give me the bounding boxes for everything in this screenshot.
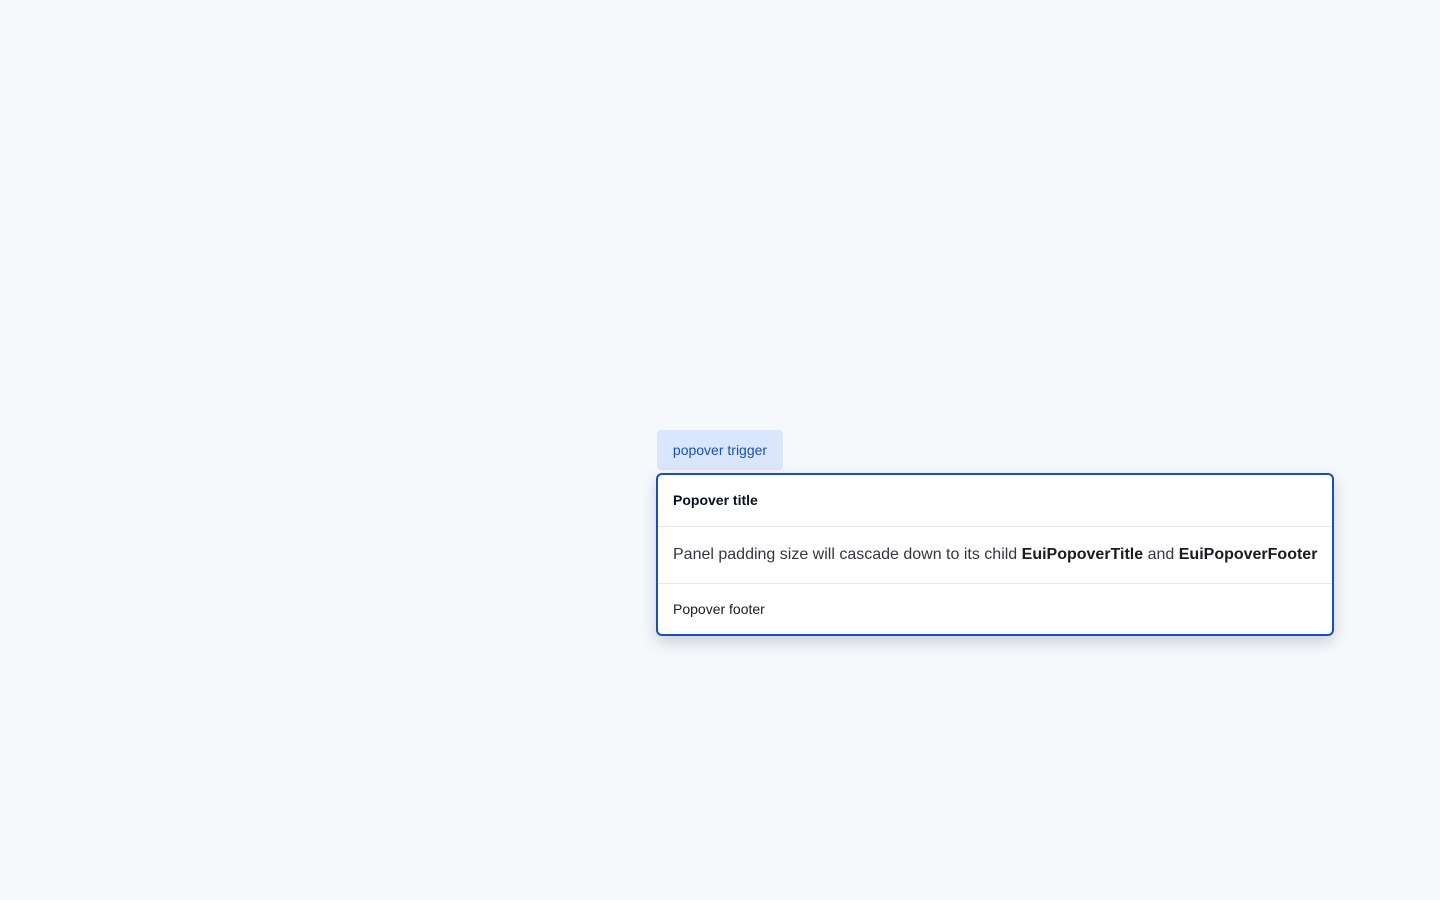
popover-panel: Popover title Panel padding size will ca… — [656, 473, 1334, 636]
popover-footer: Popover footer — [673, 601, 765, 617]
popover-trigger-button[interactable]: popover trigger — [657, 430, 783, 470]
popover-body-text-before: Panel padding size will cascade down to … — [673, 546, 1022, 563]
popover-body-text-middle: and — [1143, 546, 1179, 563]
popover-body-strong-footer: EuiPopoverFooter — [1178, 546, 1318, 563]
popover-title: Popover title — [658, 475, 1332, 527]
popover-body: Panel padding size will cascade down to … — [658, 527, 1332, 584]
page-canvas: popover trigger Popover title Panel padd… — [0, 0, 1440, 900]
popover-body-strong-title: EuiPopoverTitle — [1021, 546, 1144, 563]
